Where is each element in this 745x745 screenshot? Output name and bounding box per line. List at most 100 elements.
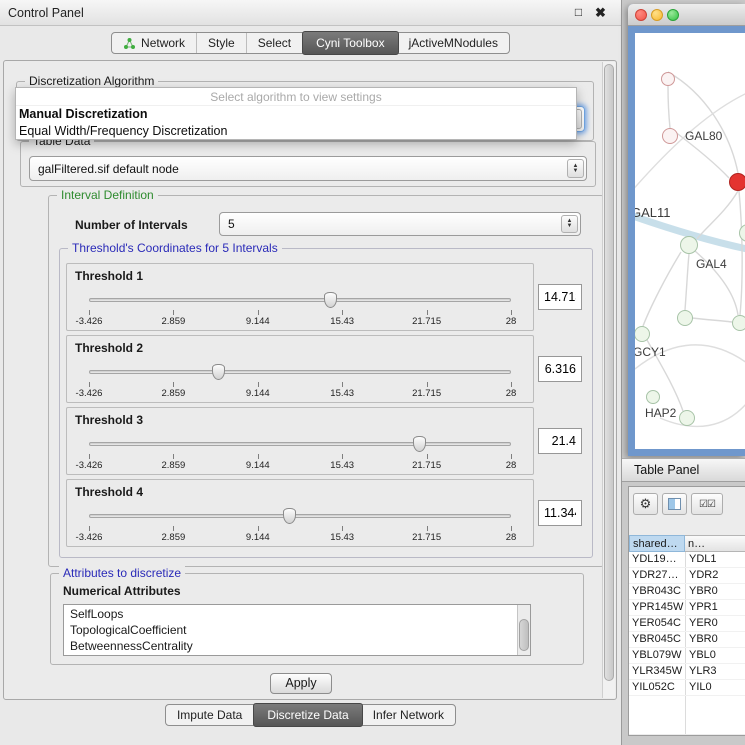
table-panel-header[interactable]: Table Panel	[622, 458, 745, 482]
table-cell[interactable]: YPR145W	[629, 600, 685, 615]
table-cell[interactable]: YLR3	[685, 664, 745, 679]
tick-mark	[511, 310, 512, 315]
table-cell[interactable]: YBL079W	[629, 648, 685, 663]
panel-scrollbar-thumb[interactable]	[604, 64, 614, 681]
numerical-attributes-list[interactable]: SelfLoopsTopologicalCoefficientBetweenne…	[63, 604, 531, 656]
combo-stepper[interactable]: ▲ ▼	[561, 215, 578, 233]
right-dock-area: GAL80 GAL11 GAL4 GCY1 HAP2 Table Panel ⚙…	[622, 0, 745, 745]
threshold-value-input-2[interactable]	[538, 356, 582, 382]
select-attributes-button[interactable]: ☑☑	[691, 493, 723, 515]
table-cell[interactable]: YIL0	[685, 680, 745, 695]
list-scrollbar[interactable]	[517, 605, 530, 655]
list-scrollbar-thumb[interactable]	[519, 619, 529, 651]
table-row[interactable]: YPR145WYPR1	[629, 600, 745, 616]
table-cell[interactable]: YBR043C	[629, 584, 685, 599]
minimize-traffic-light-icon[interactable]	[651, 9, 663, 21]
tick-label: 9.144	[246, 388, 270, 399]
arrow-down-icon: ▼	[567, 224, 573, 229]
column-header-shared[interactable]: shared…	[629, 535, 685, 552]
tick-label: -3.426	[76, 532, 103, 543]
table-cell[interactable]: YBL0	[685, 648, 745, 663]
table-cell[interactable]: YER054C	[629, 616, 685, 631]
table-cell[interactable]: YER0	[685, 616, 745, 631]
table-row[interactable]: YDL19…YDL1	[629, 552, 745, 568]
tick-mark	[258, 454, 259, 459]
threshold-slider[interactable]	[89, 292, 511, 308]
slider-track[interactable]	[89, 514, 511, 518]
slider-track[interactable]	[89, 442, 511, 446]
threshold-slider[interactable]	[89, 364, 511, 380]
tab-jactivemnodules[interactable]: jActiveMNodules	[398, 33, 509, 53]
slider-track[interactable]	[89, 298, 511, 302]
apply-button[interactable]: Apply	[270, 673, 332, 694]
table-settings-button[interactable]: ⚙	[633, 493, 658, 515]
table-cell[interactable]: YPR1	[685, 600, 745, 615]
table-cell[interactable]: YDL19…	[629, 552, 685, 567]
tab-select[interactable]: Select	[247, 33, 303, 53]
table-row[interactable]: YBR043CYBR0	[629, 584, 745, 600]
network-canvas[interactable]: GAL80 GAL11 GAL4 GCY1 HAP2	[635, 33, 745, 449]
table-row[interactable]: YLR345WYLR3	[629, 664, 745, 680]
list-item[interactable]: BetweennessCentrality	[64, 638, 517, 654]
network-node-gal80[interactable]	[662, 128, 678, 144]
table-cell[interactable]: YBR045C	[629, 632, 685, 647]
table-cell[interactable]: YDR27…	[629, 568, 685, 583]
dropdown-item-manual-discretization[interactable]: Manual Discretization	[16, 106, 576, 123]
list-item[interactable]: SelfLoops	[64, 606, 517, 622]
tab-style[interactable]: Style	[197, 33, 247, 53]
tick-mark	[258, 382, 259, 387]
column-select-button[interactable]	[662, 493, 687, 515]
table-row[interactable]: YIL052CYIL0	[629, 680, 745, 696]
table-row[interactable]: YER054CYER0	[629, 616, 745, 632]
network-node[interactable]	[679, 410, 695, 426]
table-row[interactable]: YDR27…YDR2	[629, 568, 745, 584]
tab-impute-data[interactable]: Impute Data	[166, 705, 254, 725]
table-cell[interactable]: YBR0	[685, 584, 745, 599]
network-node-gal4[interactable]	[680, 236, 698, 254]
slider-tick-marks	[89, 382, 511, 387]
network-node[interactable]	[732, 315, 745, 331]
tab-label: Infer Network	[373, 705, 444, 725]
close-traffic-light-icon[interactable]	[635, 9, 647, 21]
table-cell[interactable]: YBR0	[685, 632, 745, 647]
network-window-titlebar[interactable]	[628, 4, 745, 26]
threshold-value-input-4[interactable]	[538, 500, 582, 526]
table-cell[interactable]: YDL1	[685, 552, 745, 567]
number-of-intervals-combobox[interactable]: 5 ▲ ▼	[219, 212, 581, 236]
table-cell[interactable]: YLR345W	[629, 664, 685, 679]
zoom-traffic-light-icon[interactable]	[667, 9, 679, 21]
threshold-slider[interactable]	[89, 436, 511, 452]
threshold-value-input-1[interactable]	[538, 284, 582, 310]
table-row[interactable]: YBL079WYBL0	[629, 648, 745, 664]
slider-thumb[interactable]	[283, 508, 296, 524]
threshold-value-input-3[interactable]	[538, 428, 582, 454]
slider-thumb[interactable]	[413, 436, 426, 452]
tab-cyni-toolbox[interactable]: Cyni Toolbox	[302, 31, 398, 55]
list-item[interactable]: TopologicalCoefficient	[64, 622, 517, 638]
close-window-icon[interactable]: ✖	[592, 4, 609, 21]
thresholds-group: Threshold's Coordinates for 5 Intervals …	[59, 248, 593, 558]
column-header-name[interactable]: n…	[685, 535, 745, 552]
slider-thumb[interactable]	[324, 292, 337, 308]
tab-infer-network[interactable]: Infer Network	[362, 705, 455, 725]
tab-network[interactable]: Network	[112, 33, 197, 53]
network-node-selected[interactable]	[729, 173, 745, 191]
tab-discretize-data[interactable]: Discretize Data	[253, 703, 362, 727]
group-title: Discretization Algorithm	[25, 74, 158, 88]
slider-thumb[interactable]	[212, 364, 225, 380]
network-node[interactable]	[661, 72, 675, 86]
arrow-down-icon: ▼	[573, 169, 579, 174]
threshold-slider[interactable]	[89, 508, 511, 524]
panel-scrollbar[interactable]	[602, 62, 615, 698]
slider-track[interactable]	[89, 370, 511, 374]
tick-label: 21.715	[412, 532, 441, 543]
table-data-combobox[interactable]: galFiltered.sif default node ▲ ▼	[29, 156, 587, 181]
table-cell[interactable]: YDR2	[685, 568, 745, 583]
combo-stepper[interactable]: ▲ ▼	[567, 159, 584, 178]
table-cell[interactable]: YIL052C	[629, 680, 685, 695]
network-node-hap2[interactable]	[646, 390, 660, 404]
dropdown-item-equal-width-frequency[interactable]: Equal Width/Frequency Discretization	[16, 123, 576, 140]
table-row[interactable]: YBR045CYBR0	[629, 632, 745, 648]
float-window-icon[interactable]: □	[570, 4, 587, 21]
network-node[interactable]	[677, 310, 693, 326]
